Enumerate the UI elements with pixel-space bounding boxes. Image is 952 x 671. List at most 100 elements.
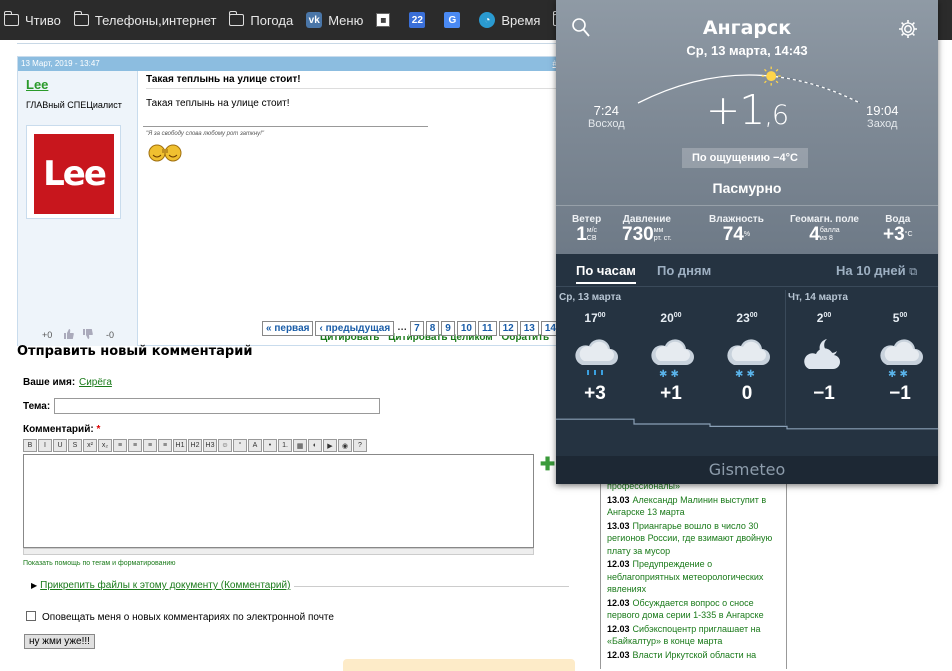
pager-prev[interactable]: ‹ предыдущая xyxy=(315,321,395,336)
hour-time: 500 xyxy=(870,311,930,325)
editor-toolbar-button[interactable]: ◐ xyxy=(308,439,322,452)
thumbs-up-icon[interactable] xyxy=(63,328,74,342)
weather-stat: Давление 730мм рт. ст. xyxy=(622,214,672,245)
forecast-day-1: Ср, 13 марта xyxy=(559,292,622,303)
topic-input[interactable] xyxy=(54,398,380,414)
author-panel: Lee ГЛАВный СПЕЦиалист Lee +0 -0 xyxy=(18,71,138,346)
editor-toolbar-button[interactable]: ≡ xyxy=(143,439,157,452)
news-list: профессионалы» 13.03 Александр Малинин выс… xyxy=(600,480,787,669)
stat-unit-1: балла xyxy=(819,226,840,234)
pager-page[interactable]: 10 xyxy=(456,321,476,336)
formatting-help-link[interactable]: Показать помощь по тегам и форматировани… xyxy=(23,560,176,567)
editor-toolbar-button[interactable]: A xyxy=(248,439,262,452)
editor-toolbar-button[interactable]: x² xyxy=(83,439,97,452)
weather-stat: Вода +3°C xyxy=(883,214,913,245)
temp-main: +1 xyxy=(705,86,765,134)
name-value-link[interactable]: Сирёга xyxy=(79,377,112,388)
textarea-resize-grip[interactable] xyxy=(23,548,534,555)
hour-hour: 20 xyxy=(660,311,674,325)
hour-time: 2300 xyxy=(717,311,777,325)
required-mark: * xyxy=(96,424,101,435)
news-link[interactable]: Приангарье вошло в число 30 регионов Рос… xyxy=(607,521,772,556)
news-link[interactable]: Александр Малинин выступит в Ангарске 13… xyxy=(607,495,766,518)
tab-10-days[interactable]: На 10 дней ⧉ xyxy=(836,263,917,279)
submit-button[interactable]: ну жми уже!!! xyxy=(24,634,95,649)
thumbs-down-icon[interactable] xyxy=(82,328,93,342)
editor-toolbar-button[interactable]: ◉ xyxy=(338,439,352,452)
hour-temperature: −1 xyxy=(889,383,911,404)
editor-toolbar-button[interactable]: I xyxy=(38,439,52,452)
editor-toolbar-button[interactable]: ≡ xyxy=(128,439,142,452)
hour-forecast: 2300 ✱ ✱ 0 xyxy=(717,311,777,405)
editor-toolbar-button[interactable]: 1. xyxy=(278,439,292,452)
avatar[interactable]: Lee xyxy=(34,134,114,214)
day-divider xyxy=(785,290,786,425)
forecast-panel: По часам По дням На 10 дней ⧉ Ср, 13 мар… xyxy=(556,254,938,484)
post-content: Такая теплынь на улице стоит! Такая тепл… xyxy=(143,71,561,346)
news-link[interactable]: Власти Иркутской области на xyxy=(633,650,757,660)
hour-minutes: 00 xyxy=(597,312,606,319)
sunset-time: 19:04 xyxy=(866,103,899,118)
pager-page[interactable]: 12 xyxy=(498,321,518,336)
news-item: 12.03 Обсуждается вопрос о сносе первого … xyxy=(607,597,780,622)
bookmark-chtivo[interactable]: Чтиво xyxy=(4,11,61,28)
svg-text:✱ ✱: ✱ ✱ xyxy=(735,369,755,380)
editor-toolbar-button[interactable]: H1 xyxy=(173,439,187,452)
editor-toolbar-button[interactable]: • xyxy=(263,439,277,452)
pager-first[interactable]: « первая xyxy=(262,321,314,336)
news-item: 13.03 Александр Малинин выступит в Ангарс… xyxy=(607,494,780,519)
yellow-panel xyxy=(343,659,575,671)
bookmark-vremya[interactable]: ◔ Время xyxy=(479,12,540,28)
bookmark-pogoda[interactable]: Погода xyxy=(229,11,293,28)
gear-icon[interactable] xyxy=(898,19,918,39)
gismeteo-logo[interactable]: Gismeteo xyxy=(556,456,938,484)
author-name[interactable]: Lee xyxy=(26,77,137,92)
tab-hourly[interactable]: По часам xyxy=(576,263,636,284)
editor-toolbar-button[interactable]: ≡ xyxy=(158,439,172,452)
name-label: Ваше имя: xyxy=(23,377,76,388)
hour-minutes: 00 xyxy=(673,312,682,319)
vote-panel: +0 -0 xyxy=(18,328,138,342)
pager: « первая ‹ предыдущая … 7 8 9 10 11 12 1… xyxy=(262,321,560,336)
pager-page[interactable]: 9 xyxy=(441,321,455,336)
news-link[interactable]: Обсуждается вопрос о сносе первого дома … xyxy=(607,598,764,621)
editor-toolbar-button[interactable]: U xyxy=(53,439,67,452)
attach-files-link[interactable]: Прикрепить файлы к этому документу (Комм… xyxy=(40,580,290,591)
pager-page[interactable]: 7 xyxy=(410,321,424,336)
editor-toolbar-button[interactable]: ? xyxy=(353,439,367,452)
editor-toolbar-button[interactable]: S xyxy=(68,439,82,452)
tab-10-days-label: На 10 дней xyxy=(836,263,906,278)
tab-daily[interactable]: По дням xyxy=(657,263,711,278)
pager-page[interactable]: 13 xyxy=(519,321,539,336)
editor-toolbar-button[interactable]: B xyxy=(23,439,37,452)
editor-toolbar-button[interactable]: x₂ xyxy=(98,439,112,452)
editor-toolbar-button[interactable]: H2 xyxy=(188,439,202,452)
pager-page[interactable]: 11 xyxy=(477,321,497,336)
folder-icon xyxy=(73,11,89,26)
signature-divider xyxy=(143,126,428,127)
news-link[interactable]: Сибэкспоцентр приглашает на «Байкалтур» … xyxy=(607,624,761,647)
editor-toolbar-button[interactable]: ☺ xyxy=(218,439,232,452)
stat-label: Геомагн. поле xyxy=(790,214,859,225)
stat-value-row: 4балла из 8 xyxy=(790,225,859,245)
bookmark-calendar[interactable]: ▦ xyxy=(376,13,396,27)
post-date: 13 Март, 2019 - 13:47 xyxy=(21,59,100,68)
bookmark-calendar-22[interactable]: 22 xyxy=(409,12,431,28)
cloud-snow-icon: ✱ ✱ xyxy=(646,333,696,381)
stat-value: 1 xyxy=(576,224,587,245)
editor-toolbar-button[interactable]: “ xyxy=(233,439,247,452)
editor-toolbar-button[interactable]: ≡ xyxy=(113,439,127,452)
add-icon[interactable]: ✚ xyxy=(540,454,555,475)
news-link[interactable]: Предупреждение о неблагоприятных метеоро… xyxy=(607,559,763,594)
bookmark-menu[interactable]: vk Меню xyxy=(306,12,363,28)
pager-ellipsis: … xyxy=(396,321,409,336)
notify-checkbox[interactable] xyxy=(26,611,36,621)
bookmark-telefony[interactable]: Телефоны,интернет xyxy=(73,11,216,28)
editor-toolbar-button[interactable]: H3 xyxy=(203,439,217,452)
editor-toolbar-button[interactable]: ▶ xyxy=(323,439,337,452)
comment-textarea[interactable] xyxy=(23,454,534,548)
editor-toolbar-button[interactable]: ▦ xyxy=(293,439,307,452)
forecast-day-2: Чт, 14 марта xyxy=(788,292,848,303)
pager-page[interactable]: 8 xyxy=(425,321,440,336)
bookmark-translate[interactable]: G xyxy=(444,12,466,28)
